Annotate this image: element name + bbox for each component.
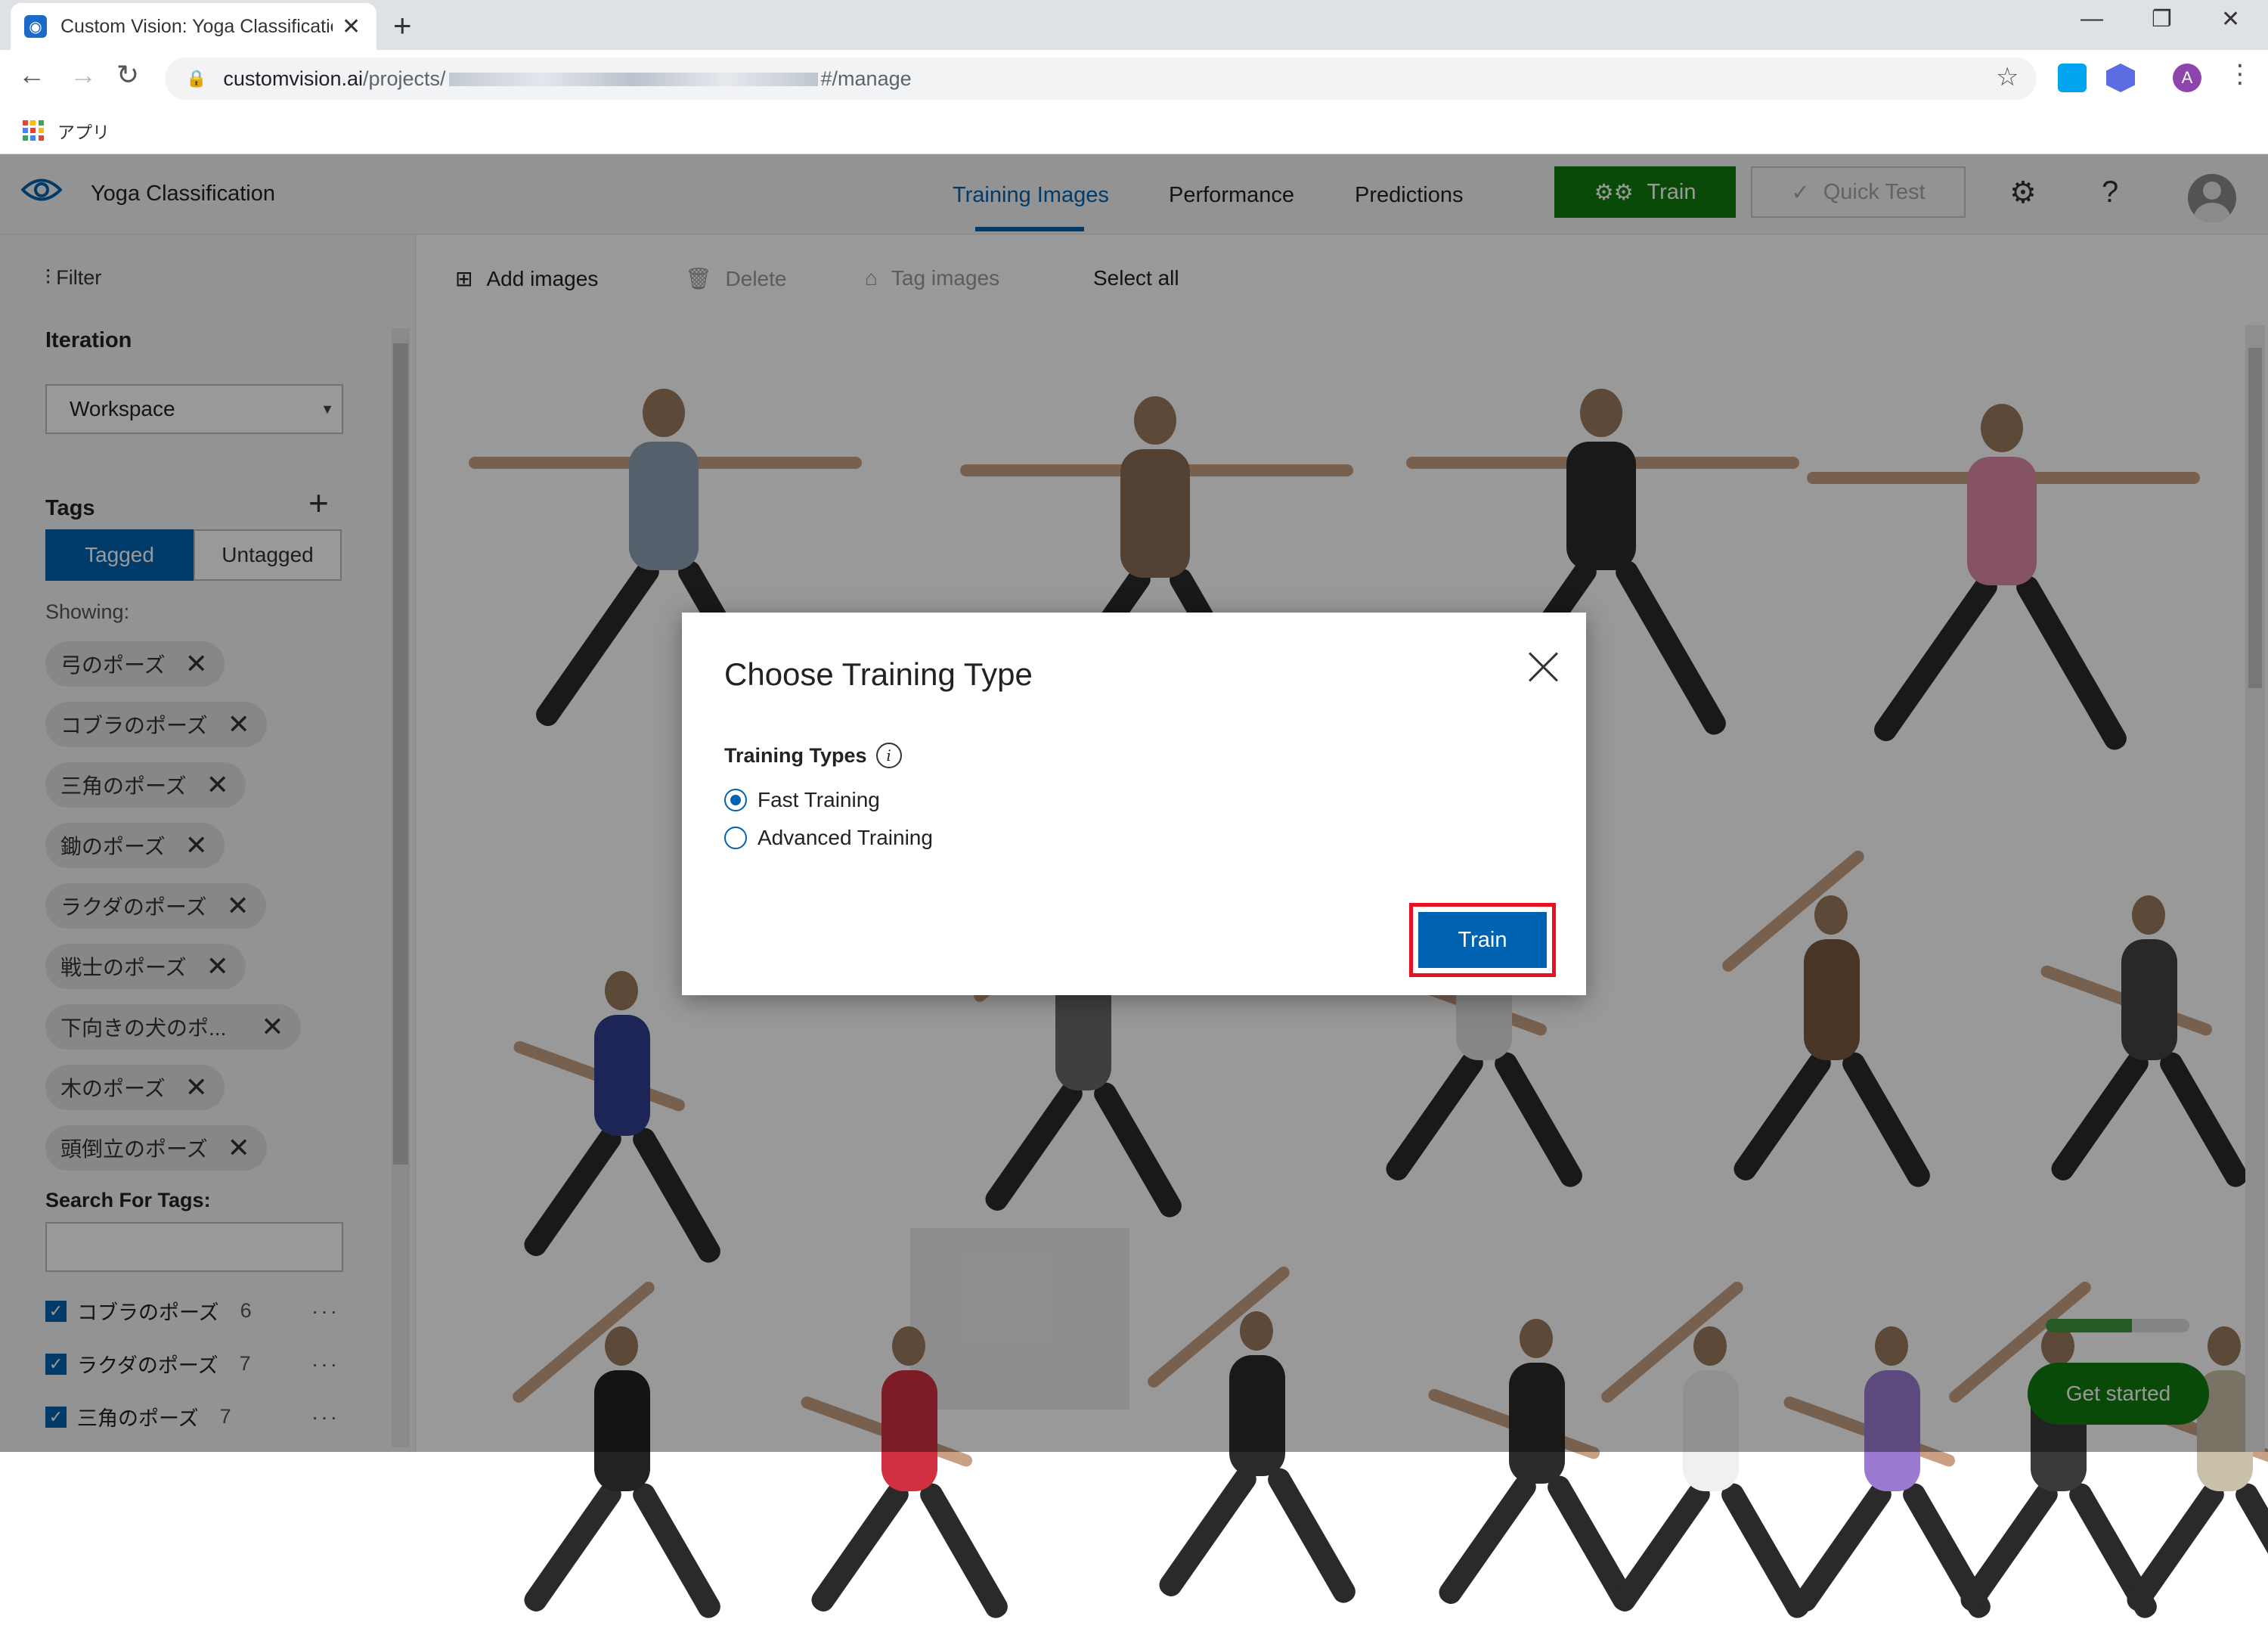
tab-close-icon[interactable]: ✕	[342, 14, 361, 40]
figure-leg	[519, 1478, 626, 1616]
choose-training-type-dialog: Choose Training Type Training Types i Fa…	[682, 613, 1586, 995]
fast-training-label: Fast Training	[758, 788, 880, 811]
new-tab-icon[interactable]: +	[393, 8, 412, 44]
fast-training-option[interactable]: Fast Training	[724, 788, 880, 812]
url-redacted-segment	[448, 73, 818, 87]
figure-leg	[1264, 1464, 1359, 1607]
browser-profile-avatar[interactable]: A	[2173, 64, 2201, 92]
close-icon[interactable]	[1524, 647, 1563, 687]
browser-tab[interactable]: ◉ Custom Vision: Yoga Classificatio ✕	[11, 3, 376, 50]
figure-leg	[1434, 1471, 1541, 1608]
window-close-icon[interactable]: ✕	[2221, 6, 2240, 33]
figure-leg	[1154, 1463, 1261, 1601]
training-types-text: Training Types	[724, 743, 867, 767]
forward-icon[interactable]: →	[70, 59, 97, 91]
browser-menu-icon[interactable]: ⋮	[2227, 59, 2253, 89]
radio-unselected-icon[interactable]	[724, 827, 747, 849]
bookmark-apps-label[interactable]: アプリ	[57, 118, 110, 144]
reload-icon[interactable]: ↻	[116, 59, 139, 91]
lock-icon: 🔒	[186, 69, 207, 88]
figure-leg	[1608, 1478, 1715, 1616]
info-icon[interactable]: i	[875, 743, 902, 768]
browser-tab-strip: ◉ Custom Vision: Yoga Classificatio ✕ + …	[0, 0, 2268, 50]
dialog-title: Choose Training Type	[724, 656, 1033, 692]
custom-vision-favicon-icon: ◉	[24, 15, 47, 38]
tab-title: Custom Vision: Yoga Classificatio	[60, 15, 333, 37]
bookmarks-bar: アプリ	[0, 107, 2268, 154]
restore-icon[interactable]: ❐	[2152, 6, 2172, 33]
figure-leg	[1956, 1478, 2062, 1616]
dialog-train-button[interactable]: Train	[1418, 912, 1547, 968]
minimize-icon[interactable]: —	[2081, 6, 2103, 32]
figure-leg	[807, 1478, 913, 1616]
address-bar-row: ← → ↻ 🔒 customvision.ai/projects/ #/manag…	[0, 50, 2268, 107]
figure-leg	[916, 1479, 1012, 1622]
bookmark-star-icon[interactable]: ☆	[1996, 62, 2019, 92]
apps-grid-icon[interactable]	[23, 119, 44, 141]
advanced-training-option[interactable]: Advanced Training	[724, 826, 933, 850]
url-path-prefix: /projects/	[362, 67, 446, 90]
url-input[interactable]: 🔒 customvision.ai/projects/ #/manage	[165, 57, 2037, 100]
windows-extension-icon[interactable]	[2058, 64, 2087, 92]
radio-selected-icon[interactable]	[724, 789, 747, 811]
figure-leg	[2122, 1478, 2229, 1616]
r-extension-icon[interactable]	[2106, 64, 2135, 92]
figure-leg	[629, 1479, 724, 1622]
back-icon[interactable]: ←	[18, 59, 45, 91]
training-types-label: Training Types i	[724, 743, 902, 768]
figure-leg	[2232, 1479, 2268, 1622]
advanced-training-label: Advanced Training	[758, 826, 933, 849]
url-path-suffix: #/manage	[820, 67, 912, 90]
url-host: customvision.ai	[223, 67, 363, 90]
figure-leg	[1789, 1478, 1896, 1616]
